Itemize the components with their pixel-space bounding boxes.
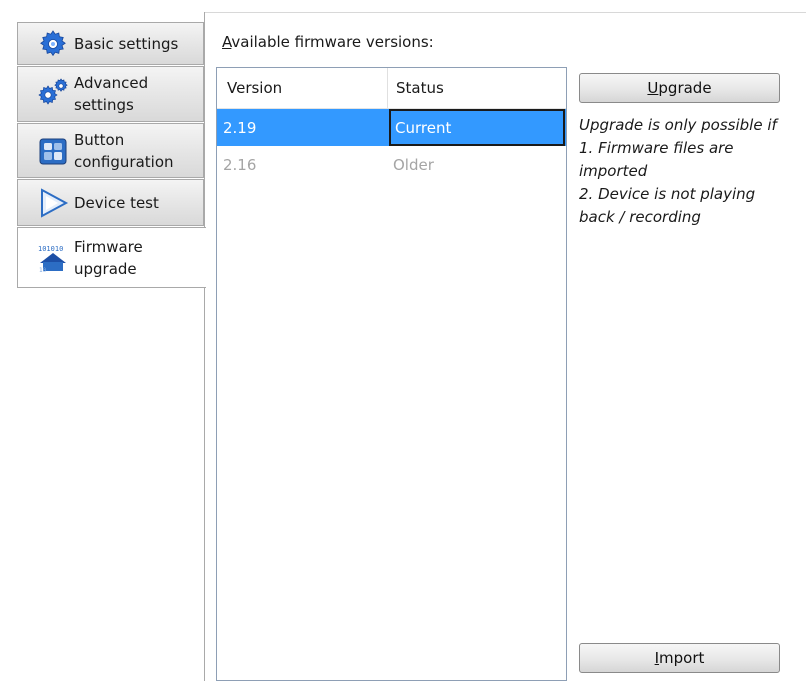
note-line: 2. Device is not playing [579,185,756,203]
cell-version: 2.19 [223,118,257,137]
accelerator-key: U [647,79,659,97]
column-header-status[interactable]: Status [388,68,444,108]
available-firmware-label: Available firmware versions: [222,33,434,51]
note-line: imported [579,162,648,180]
tab-label-line2: configuration [74,152,174,171]
svg-text:10: 10 [39,267,47,274]
tab-label-line1: Firmware [74,237,143,256]
tab-label-wrap: Button configuration [74,129,174,173]
tab-label: Device test [74,193,159,212]
note-line: 1. Firmware files are [579,139,734,157]
tab-device-test[interactable]: Device test [17,179,204,226]
note-line: Upgrade is only possible if [579,116,777,134]
upgrade-requirements-note: Upgrade is only possible if 1. Firmware … [579,114,801,229]
upgrade-button[interactable]: Upgrade [579,73,780,103]
button-label: mport [659,649,705,667]
firmware-chip-icon: 101010 10 [38,245,66,274]
list-item[interactable]: 2.19 Current [217,109,566,146]
svg-text:101010: 101010 [38,245,63,253]
tab-label-line2: upgrade [74,259,137,278]
cell-status: Current [389,109,565,146]
tab-label-line1: Button [74,130,125,149]
tab-label-line2: settings [74,96,134,114]
tab-label-wrap: Advanced settings [74,72,148,116]
cell-status: Older [393,155,434,174]
import-button[interactable]: Import [579,643,780,673]
tab-label: Basic settings [74,34,179,53]
panel-border-top [204,12,806,13]
tab-firmware-upgrade[interactable]: 101010 10 Firmware upgrade [17,227,206,288]
panel-border-left [204,12,205,681]
column-header-version[interactable]: Version [217,68,388,108]
cell-version: 2.16 [223,155,257,174]
tab-label-line1: Advanced [74,74,149,92]
tab-basic-settings[interactable]: Basic settings [17,22,204,65]
play-triangle-icon [41,187,69,218]
button-config-icon [39,138,67,164]
firmware-version-list[interactable]: Version Status 2.19 Current 2.16 Older [216,67,567,681]
list-header: Version Status [217,68,566,109]
accelerator-key: A [222,33,232,51]
gear-icon [40,29,66,56]
note-line: back / recording [579,208,701,226]
label-text: vailable firmware versions: [231,33,434,51]
button-label: pgrade [658,79,712,97]
list-item[interactable]: 2.16 Older [217,146,566,183]
gears-icon [38,78,68,105]
tab-label-wrap: Firmware upgrade [74,236,143,280]
tab-button-configuration[interactable]: Button configuration [17,123,204,178]
tab-advanced-settings[interactable]: Advanced settings [17,66,204,122]
